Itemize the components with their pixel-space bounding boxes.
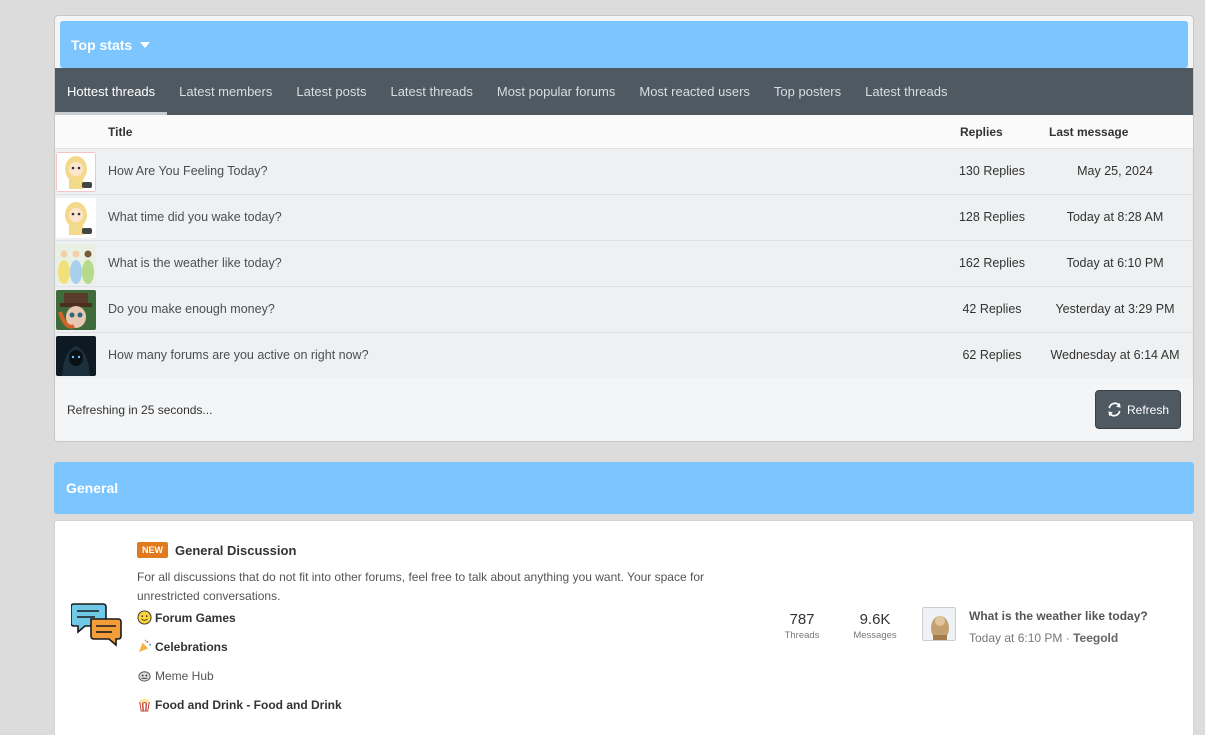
- party-popper-icon: [137, 639, 152, 654]
- last-post-username[interactable]: Teegold: [1073, 631, 1118, 645]
- cartoon-girl-avatar[interactable]: [56, 198, 96, 238]
- chat-bubbles-icon: [70, 601, 123, 647]
- meta-separator: ·: [1065, 631, 1070, 645]
- subforum-label: Forum Games: [155, 610, 236, 625]
- refresh-icon: [1108, 402, 1121, 417]
- mad-hatter-avatar[interactable]: [56, 290, 96, 330]
- tab-most-reacted-users[interactable]: Most reacted users: [627, 68, 762, 115]
- refresh-countdown: Refreshing in 25 seconds...: [67, 403, 213, 417]
- thread-title-link[interactable]: Do you make enough money?: [108, 302, 275, 316]
- last-post-time[interactable]: Today at 6:10 PM: [969, 631, 1062, 645]
- thread-title-link[interactable]: How many forums are you active on right …: [108, 348, 369, 362]
- threads-count: 787: [789, 611, 815, 628]
- column-last-message: Last message: [1049, 125, 1129, 139]
- table-row: How Are You Feeling Today? 130 Replies M…: [55, 149, 1193, 195]
- forum-node: NEW General Discussion For all discussio…: [54, 520, 1194, 735]
- tab-latest-members[interactable]: Latest members: [167, 68, 284, 115]
- tab-latest-posts[interactable]: Latest posts: [284, 68, 378, 115]
- messages-stat: 9.6K Messages: [847, 611, 903, 641]
- subforum-celebrations[interactable]: Celebrations: [137, 639, 228, 654]
- last-post-title-link[interactable]: What is the weather like today?: [969, 609, 1148, 623]
- forum-description: For all discussions that do not fit into…: [137, 570, 704, 603]
- subforum-meme-hub[interactable]: Meme Hub: [137, 668, 214, 683]
- cartoon-girl-avatar[interactable]: [56, 152, 96, 192]
- tab-most-popular-forums[interactable]: Most popular forums: [485, 68, 628, 115]
- threads-stat: 787 Threads: [775, 611, 829, 641]
- table-row: What time did you wake today? 128 Replie…: [55, 195, 1193, 241]
- subforum-label: Celebrations: [155, 639, 228, 654]
- refresh-button[interactable]: Refresh: [1095, 390, 1181, 429]
- replies-count: 42 Replies: [962, 302, 1022, 316]
- subforum-forum-games[interactable]: Forum Games: [137, 610, 236, 625]
- chevron-down-icon[interactable]: [140, 42, 151, 48]
- tab-latest-threads[interactable]: Latest threads: [378, 68, 484, 115]
- general-category-header[interactable]: General: [54, 462, 1194, 514]
- subforum-label: Food and Drink - Food and Drink: [155, 697, 342, 712]
- subforum-food-and-drink[interactable]: Food and Drink - Food and Drink: [137, 697, 342, 712]
- column-title: Title: [108, 125, 133, 139]
- replies-count: 62 Replies: [962, 348, 1022, 362]
- table-row: How many forums are you active on right …: [55, 333, 1193, 379]
- thread-title-link[interactable]: What is the weather like today?: [108, 256, 282, 270]
- tab-latest-threads-2[interactable]: Latest threads: [853, 68, 959, 115]
- table-row: Do you make enough money? 42 Replies Yes…: [55, 287, 1193, 333]
- last-post-avatar[interactable]: [922, 607, 956, 641]
- meme-icon: [137, 668, 152, 683]
- table-header: Title Replies Last message: [55, 115, 1193, 149]
- new-badge: NEW: [137, 542, 168, 558]
- replies-count: 162 Replies: [958, 256, 1025, 270]
- tab-hottest-threads[interactable]: Hottest threads: [55, 68, 168, 115]
- last-message-date[interactable]: Today at 8:28 AM: [1045, 210, 1185, 224]
- column-replies: Replies: [960, 125, 1003, 139]
- top-stats-tabs: Hottest threads Latest members Latest po…: [55, 68, 1193, 115]
- table-row: What is the weather like today? 162 Repl…: [55, 241, 1193, 287]
- refresh-button-label: Refresh: [1126, 402, 1170, 417]
- messages-label: Messages: [853, 630, 897, 641]
- last-post-meta: Today at 6:10 PM · Teegold: [969, 631, 1118, 645]
- top-stats-widget: Top stats Hottest threads Latest members…: [54, 15, 1194, 442]
- last-message-date[interactable]: Wednesday at 6:14 AM: [1045, 348, 1185, 362]
- last-message-date[interactable]: Today at 6:10 PM: [1045, 256, 1185, 270]
- subforum-label: Meme Hub: [155, 668, 214, 683]
- last-message-date[interactable]: May 25, 2024: [1045, 164, 1185, 178]
- replies-count: 128 Replies: [958, 210, 1025, 224]
- messages-count: 9.6K: [859, 611, 891, 628]
- smiley-icon: [137, 610, 152, 625]
- top-stats-header[interactable]: Top stats: [60, 21, 1188, 68]
- forum-title-row: NEW General Discussion: [137, 542, 296, 558]
- threads-label: Threads: [784, 630, 820, 641]
- replies-count: 130 Replies: [958, 164, 1025, 178]
- thread-title-link[interactable]: How Are You Feeling Today?: [108, 164, 268, 178]
- forum-title-link[interactable]: General Discussion: [175, 543, 296, 558]
- top-stats-footer: Refreshing in 25 seconds... Refresh: [55, 378, 1193, 441]
- top-stats-title: Top stats: [71, 36, 133, 53]
- category-title: General: [66, 480, 119, 496]
- dark-figure-avatar[interactable]: [56, 336, 96, 376]
- thread-title-link[interactable]: What time did you wake today?: [108, 210, 282, 224]
- tab-top-posters[interactable]: Top posters: [762, 68, 853, 115]
- popcorn-icon: [137, 697, 152, 712]
- last-message-date[interactable]: Yesterday at 3:29 PM: [1045, 302, 1185, 316]
- princesses-avatar[interactable]: [56, 244, 96, 284]
